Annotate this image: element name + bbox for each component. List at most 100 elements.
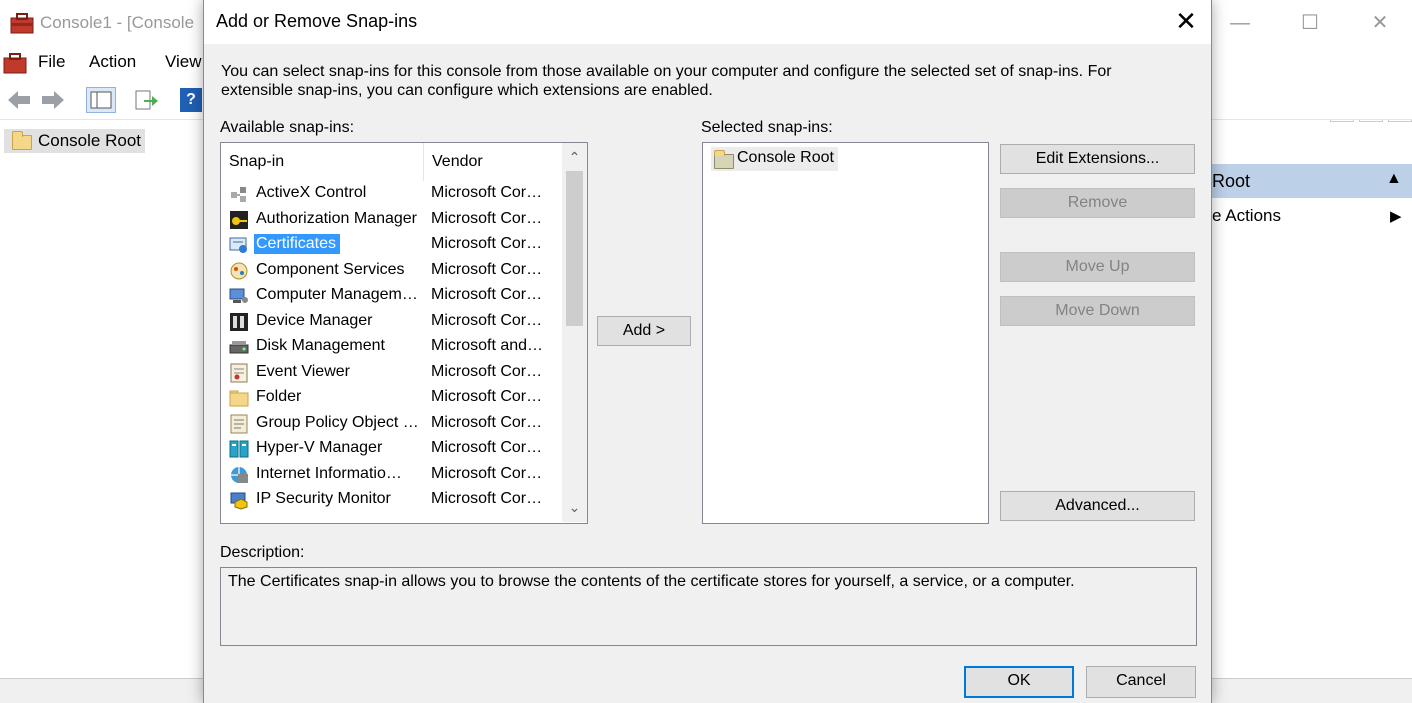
snapin-list-item[interactable]: Group Policy Object … Microsoft Cor… bbox=[221, 411, 561, 436]
menu-action[interactable]: Action bbox=[89, 52, 136, 72]
description-label: Description: bbox=[220, 544, 305, 561]
dialog-close-icon[interactable]: ✕ bbox=[1166, 4, 1206, 40]
minimize-icon[interactable]: — bbox=[1220, 8, 1260, 38]
snapin-vendor: Microsoft Cor… bbox=[431, 311, 543, 329]
snapin-name: Authorization Manager bbox=[256, 209, 417, 227]
snapin-vendor: Microsoft Cor… bbox=[431, 464, 543, 482]
snapin-list-item[interactable]: ActiveX Control Microsoft Cor… bbox=[221, 181, 561, 206]
snapin-name: ActiveX Control bbox=[256, 184, 367, 201]
folder-icon bbox=[714, 150, 734, 169]
disk-management-icon bbox=[229, 341, 249, 354]
hyper-v-icon bbox=[229, 440, 249, 458]
snapin-list-item[interactable]: Folder Microsoft Cor… bbox=[221, 385, 561, 410]
description-text: The Certificates snap-in allows you to b… bbox=[228, 573, 1075, 590]
more-actions-label: e Actions bbox=[1212, 206, 1281, 225]
snapin-vendor: Microsoft Cor… bbox=[431, 209, 543, 227]
snapin-name: Event Viewer bbox=[256, 362, 350, 380]
list-scrollbar[interactable]: ⌃ ⌄ bbox=[562, 143, 587, 522]
scrollbar-thumb[interactable] bbox=[566, 171, 583, 326]
snapin-list-item[interactable]: Internet Informatio… Microsoft Cor… bbox=[221, 462, 561, 487]
column-header-snapin[interactable]: Snap-in bbox=[221, 143, 424, 181]
snapin-name: Internet Informatio… bbox=[256, 464, 402, 482]
selected-snapins-label: Selected snap-ins: bbox=[701, 119, 833, 136]
authorization-icon bbox=[230, 210, 248, 229]
cancel-button[interactable]: Cancel bbox=[1086, 666, 1196, 698]
folder-icon bbox=[229, 390, 249, 407]
scroll-up-icon[interactable]: ⌃ bbox=[562, 145, 587, 170]
snapin-vendor: Microsoft Cor… bbox=[431, 439, 543, 456]
maximize-icon[interactable]: ☐ bbox=[1290, 8, 1330, 38]
add-remove-snapins-dialog: Add or Remove Snap-ins ✕ You can select … bbox=[203, 0, 1212, 703]
dialog-title: Add or Remove Snap-ins bbox=[216, 11, 418, 31]
remove-button[interactable]: Remove bbox=[1000, 188, 1195, 218]
collapse-up-icon[interactable]: ▲ bbox=[1386, 170, 1402, 188]
snapin-vendor: Microsoft Cor… bbox=[431, 286, 543, 303]
selected-snapins-list[interactable]: Console Root bbox=[702, 142, 989, 524]
advanced-button[interactable]: Advanced... bbox=[1000, 491, 1195, 521]
add-button[interactable]: Add > bbox=[597, 316, 691, 346]
tree-item-console-root[interactable]: Console Root bbox=[4, 129, 146, 153]
snapin-list-item[interactable]: Device Manager Microsoft Cor… bbox=[221, 309, 561, 334]
back-arrow-icon[interactable] bbox=[6, 89, 32, 111]
show-hide-tree-icon[interactable] bbox=[86, 87, 116, 113]
snapin-list-item[interactable]: Disk Management Microsoft and… bbox=[221, 334, 561, 359]
selected-item-label: Console Root bbox=[737, 149, 834, 166]
snapin-list-item[interactable]: Component Services Microsoft Cor… bbox=[221, 258, 561, 283]
snapin-vendor: Microsoft Cor… bbox=[431, 388, 543, 405]
toolbox-icon bbox=[10, 13, 34, 34]
description-box: The Certificates snap-in allows you to b… bbox=[220, 567, 1197, 646]
event-viewer-icon bbox=[230, 363, 248, 382]
dialog-title-bar: Add or Remove Snap-ins ✕ bbox=[204, 0, 1211, 44]
group-policy-icon bbox=[230, 414, 248, 433]
snapin-name: Component Services bbox=[256, 260, 405, 278]
available-snapins-label: Available snap-ins: bbox=[220, 119, 355, 136]
snapin-vendor: Microsoft Cor… bbox=[431, 235, 543, 252]
snapin-name: Computer Managem… bbox=[256, 286, 418, 303]
component-services-icon bbox=[230, 262, 248, 279]
snapin-list-item[interactable]: IP Security Monitor Microsoft Cor… bbox=[221, 487, 561, 512]
selected-item-console-root[interactable]: Console Root bbox=[711, 147, 838, 171]
console-tree-pane: Console Root bbox=[0, 124, 204, 678]
iis-icon bbox=[231, 466, 248, 483]
actions-header[interactable]: Root ▲ bbox=[1212, 164, 1412, 198]
snapin-vendor: Microsoft Cor… bbox=[431, 362, 543, 380]
forward-arrow-icon[interactable] bbox=[40, 89, 66, 111]
ip-security-icon bbox=[230, 492, 248, 510]
available-snapins-list[interactable]: Snap-in Vendor ActiveX Control Microsoft … bbox=[220, 142, 588, 524]
export-list-icon[interactable] bbox=[134, 89, 160, 111]
move-down-button[interactable]: Move Down bbox=[1000, 296, 1195, 326]
snapin-name: Folder bbox=[256, 388, 302, 405]
snapin-vendor: Microsoft Cor… bbox=[431, 260, 543, 278]
certificates-icon bbox=[229, 237, 247, 253]
snapin-name: Group Policy Object … bbox=[256, 413, 419, 431]
actions-header-label: Root bbox=[1212, 171, 1251, 191]
close-icon[interactable]: ✕ bbox=[1360, 8, 1400, 38]
snapin-vendor: Microsoft and… bbox=[431, 337, 544, 354]
help-icon[interactable]: ? bbox=[180, 88, 202, 112]
snapin-list-item[interactable]: Certificates Microsoft Cor… bbox=[221, 232, 561, 257]
snapin-name: Certificates bbox=[254, 234, 341, 254]
snapin-list-item[interactable]: Authorization Manager Microsoft Cor… bbox=[221, 207, 561, 232]
snapin-name: Hyper-V Manager bbox=[256, 439, 383, 456]
scroll-down-icon[interactable]: ⌄ bbox=[562, 495, 587, 520]
snapin-name: IP Security Monitor bbox=[256, 490, 391, 507]
menu-file[interactable]: File bbox=[38, 52, 65, 72]
activex-icon bbox=[231, 187, 246, 202]
snapin-list-item[interactable]: Hyper-V Manager Microsoft Cor… bbox=[221, 436, 561, 461]
folder-icon bbox=[12, 131, 32, 150]
menu-view[interactable]: View bbox=[165, 52, 202, 72]
snapin-list-item[interactable]: Event Viewer Microsoft Cor… bbox=[221, 360, 561, 385]
console-menu-icon[interactable] bbox=[3, 52, 27, 74]
ok-button[interactable]: OK bbox=[964, 666, 1074, 698]
column-header-vendor[interactable]: Vendor bbox=[424, 143, 559, 181]
snapin-vendor: Microsoft Cor… bbox=[431, 490, 543, 507]
snapin-name: Device Manager bbox=[256, 311, 373, 329]
edit-extensions-button[interactable]: Edit Extensions... bbox=[1000, 144, 1195, 174]
computer-management-icon bbox=[229, 288, 248, 303]
tree-item-label: Console Root bbox=[38, 131, 142, 150]
snapin-vendor: Microsoft Cor… bbox=[431, 184, 543, 201]
more-actions-item[interactable]: e Actions ▶ bbox=[1212, 206, 1412, 232]
snapin-list-item[interactable]: Computer Managem… Microsoft Cor… bbox=[221, 283, 561, 308]
device-manager-icon bbox=[230, 312, 248, 331]
move-up-button[interactable]: Move Up bbox=[1000, 252, 1195, 282]
